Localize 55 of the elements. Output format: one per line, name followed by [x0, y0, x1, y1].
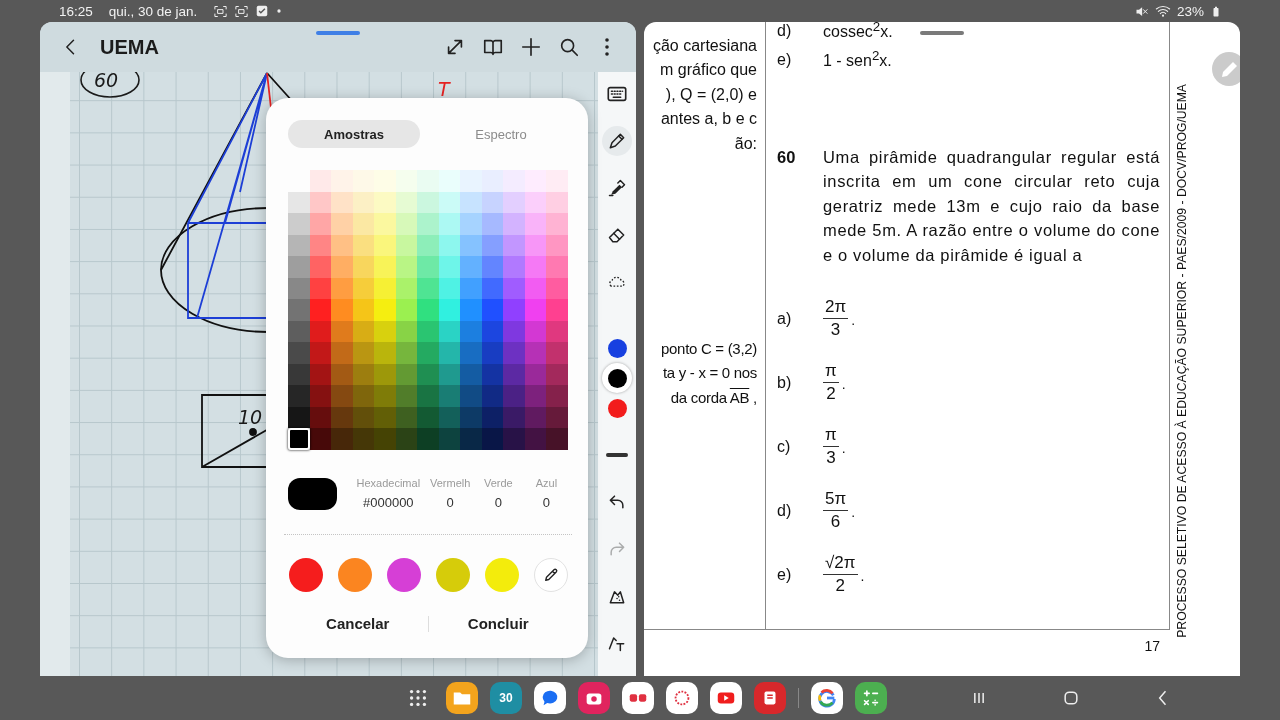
fraction-numerator: π [823, 424, 839, 448]
field-value: 0 [446, 495, 454, 510]
punctuation: . [851, 311, 856, 328]
punctuation: . [860, 567, 865, 584]
question-number: 60 [777, 147, 797, 168]
field-value: #000000 [363, 495, 414, 510]
handwritten-label: 60 [94, 72, 119, 91]
field-label: Hexadecimal [356, 477, 421, 489]
cancel-button[interactable]: Cancelar [288, 607, 428, 640]
field-label: Vermelh [430, 477, 471, 489]
fraction-numerator: 5π [823, 488, 849, 512]
status-time: 16:25 [59, 3, 93, 19]
text-line: ão: [734, 133, 757, 154]
text-line: antes a, b e c [660, 109, 757, 130]
option-letter: e) [777, 50, 793, 69]
option-letter: c) [777, 437, 792, 456]
text-line: ção cartesiana [652, 36, 757, 56]
fraction-denominator: 3 [826, 447, 836, 470]
picker-tab[interactable]: Amostras [288, 120, 420, 148]
done-button[interactable]: Concluir [428, 607, 568, 640]
fraction-numerator: 2π [823, 296, 849, 320]
option-letter: d) [777, 501, 793, 520]
option-letter: a) [777, 309, 793, 328]
option-text: cossec$^{2}$x. [823, 22, 893, 42]
calendar-app[interactable]: 30 [490, 682, 522, 714]
question-text: Uma pirâmide quadrangular regular está inscrita em um cone circular reto cuja geratriz mede 13m e cujo raio da base mede 5m. A razão entre o volume do cone e o volume da pirâmide é igual a [823, 147, 1160, 266]
fraction-denominator: 3 [830, 319, 841, 342]
fraction-numerator: π [823, 360, 839, 384]
punctuation: . [841, 439, 846, 456]
battery-level: 23% [1176, 3, 1204, 19]
option-letter: b) [777, 373, 793, 392]
field-label: Verde [483, 477, 513, 489]
text-line: ), Q = (2,0) e [665, 84, 757, 105]
field-value: 0 [494, 495, 502, 510]
text-line: ponto C = (3,2) [661, 339, 757, 360]
fraction-denominator: 2 [826, 383, 836, 406]
option-letter: d) [777, 22, 793, 40]
handwritten-label: 10 [238, 406, 263, 428]
fraction-denominator: 6 [830, 511, 841, 534]
option-letter: e) [777, 565, 793, 584]
side-text: PROCESSO SELETIVO DE ACESSO À EDUCAÇÃO SUPERIOR - PAES/2009 - DOCV/PROG/UEMA [1175, 84, 1189, 638]
page-number: 17 [1144, 638, 1160, 654]
punctuation: . [841, 375, 846, 392]
status-date: qui., 30 de jan. [108, 3, 198, 19]
text-line: m gráfico que [660, 60, 757, 81]
text-line: ta y - x = 0 nos [663, 363, 757, 384]
note-title: UEMA [100, 35, 160, 59]
handwritten-label: T [438, 78, 450, 100]
field-label: Azul [535, 477, 558, 489]
fraction-denominator: 2 [835, 575, 845, 598]
fraction-numerator: √2π [823, 552, 858, 576]
text-line: da corda AB , [670, 387, 757, 408]
option-text: 1 - sen$^{2}$x. [823, 48, 892, 71]
field-value: 0 [542, 495, 551, 510]
punctuation: . [851, 503, 856, 520]
